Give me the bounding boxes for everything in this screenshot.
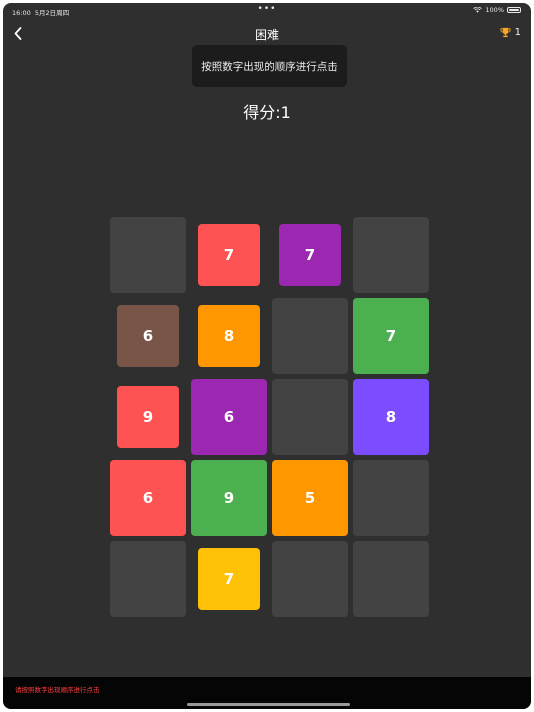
trophy-count: 1	[514, 27, 521, 38]
trophy-icon	[500, 27, 511, 38]
wifi-icon	[473, 7, 483, 13]
status-bar: 16:00 5月2日周四 ••• 100%	[3, 3, 531, 19]
empty-tile[interactable]	[353, 460, 429, 536]
number-tile[interactable]: 7	[353, 298, 429, 374]
battery-icon	[507, 7, 521, 13]
number-tile[interactable]: 7	[198, 548, 260, 610]
number-tile[interactable]: 9	[191, 460, 267, 536]
number-tile[interactable]: 8	[198, 305, 260, 367]
bottom-bar: 请按照数字出现顺序进行点击	[3, 677, 531, 709]
empty-tile[interactable]	[353, 541, 429, 617]
battery-level	[509, 9, 519, 11]
trophy-button[interactable]: 1	[500, 27, 521, 38]
number-tile[interactable]: 8	[353, 379, 429, 455]
empty-tile[interactable]	[353, 217, 429, 293]
number-tile[interactable]: 7	[279, 224, 341, 286]
home-indicator[interactable]	[187, 703, 350, 706]
instruction-banner: 按照数字出现的顺序进行点击	[192, 45, 347, 87]
number-tile[interactable]: 6	[191, 379, 267, 455]
number-tile[interactable]: 7	[198, 224, 260, 286]
empty-tile[interactable]	[272, 541, 348, 617]
number-tile[interactable]: 6	[110, 460, 186, 536]
number-tile[interactable]: 5	[272, 460, 348, 536]
number-tile[interactable]: 6	[117, 305, 179, 367]
status-indicators: 100%	[473, 6, 521, 14]
empty-tile[interactable]	[110, 217, 186, 293]
game-screen: 16:00 5月2日周四 ••• 100% 困难 1 按照数字出现的顺序进行点击…	[3, 3, 531, 709]
empty-tile[interactable]	[272, 298, 348, 374]
navigation-bar: 困难 1	[3, 21, 531, 45]
number-tile[interactable]: 9	[117, 386, 179, 448]
page-title: 困难	[254, 28, 279, 42]
empty-tile[interactable]	[272, 379, 348, 455]
score-label: 得分:1	[243, 103, 291, 122]
empty-tile[interactable]	[110, 541, 186, 617]
multitasking-dots[interactable]: •••	[3, 4, 531, 14]
battery-percent: 100%	[485, 6, 504, 14]
bottom-hint-text: 请按照数字出现顺序进行点击	[15, 686, 100, 694]
